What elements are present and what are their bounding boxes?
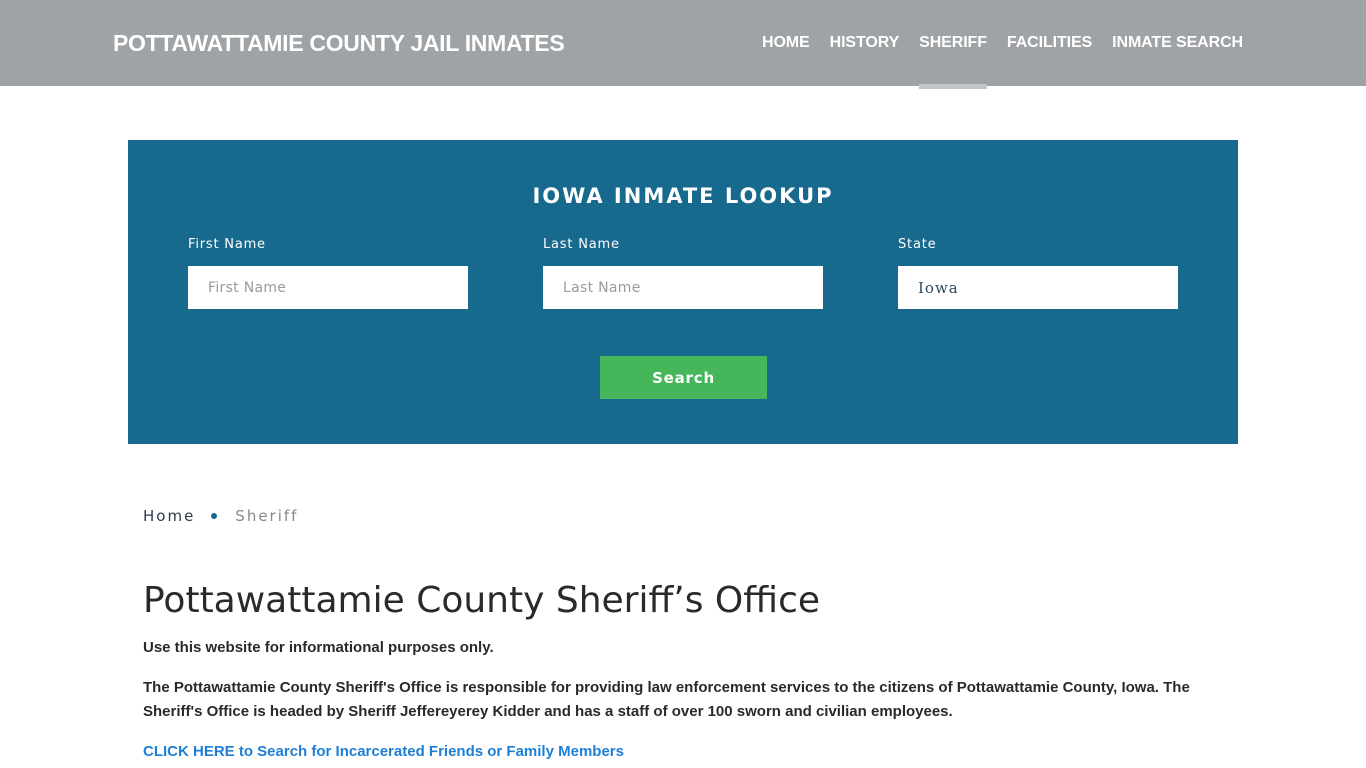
breadcrumb-separator-dot bbox=[211, 513, 218, 519]
breadcrumb: Home Sheriff bbox=[143, 507, 298, 525]
site-title-link[interactable]: POTTAWATTAMIE COUNTY JAIL INMATES bbox=[113, 30, 565, 57]
nav-facilities[interactable]: FACILITIES bbox=[997, 0, 1102, 86]
last-name-group: Last Name bbox=[543, 237, 823, 309]
first-name-input[interactable] bbox=[188, 266, 468, 309]
nav-sheriff[interactable]: SHERIFF bbox=[909, 0, 997, 89]
description-text: The Pottawattamie County Sheriff's Offic… bbox=[143, 679, 1190, 720]
intro-text: Use this website for informational purpo… bbox=[143, 639, 494, 656]
main-content: Use this website for informational purpo… bbox=[143, 636, 1223, 764]
nav-history[interactable]: HISTORY bbox=[820, 0, 910, 86]
inmate-lookup-panel: IOWA INMATE LOOKUP First Name Last Name … bbox=[128, 140, 1238, 444]
page-title: Pottawattamie County Sheriff’s Office bbox=[143, 580, 821, 621]
top-navbar: POTTAWATTAMIE COUNTY JAIL INMATES HOME H… bbox=[0, 0, 1366, 89]
breadcrumb-current: Sheriff bbox=[235, 507, 299, 525]
state-group: State bbox=[898, 237, 1178, 309]
lookup-title: IOWA INMATE LOOKUP bbox=[532, 184, 834, 208]
state-label: State bbox=[898, 237, 937, 252]
search-cta-link[interactable]: CLICK HERE to Search for Incarcerated Fr… bbox=[143, 743, 624, 760]
nav-inmate-search[interactable]: INMATE SEARCH bbox=[1102, 0, 1253, 86]
state-input[interactable] bbox=[898, 266, 1178, 309]
last-name-label: Last Name bbox=[543, 237, 620, 252]
nav-home[interactable]: HOME bbox=[752, 0, 820, 86]
breadcrumb-home[interactable]: Home bbox=[143, 507, 195, 525]
search-button[interactable]: Search bbox=[600, 356, 767, 399]
first-name-group: First Name bbox=[188, 237, 468, 309]
last-name-input[interactable] bbox=[543, 266, 823, 309]
main-nav: HOME HISTORY SHERIFF FACILITIES INMATE S… bbox=[752, 0, 1253, 89]
first-name-label: First Name bbox=[188, 237, 266, 252]
